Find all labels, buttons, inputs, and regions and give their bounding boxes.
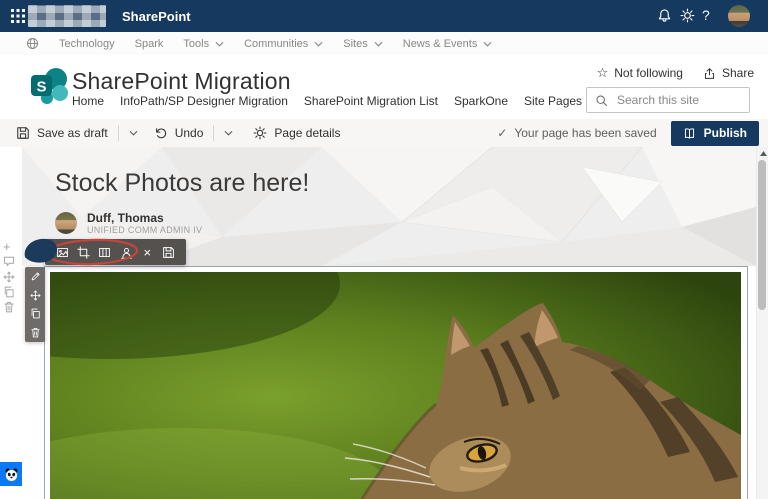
site-logo[interactable]: S	[30, 66, 70, 106]
page-details-button[interactable]: Page details	[253, 126, 340, 140]
publish-book-icon	[683, 127, 696, 140]
search-icon	[595, 94, 608, 107]
portal-nav-item-technology[interactable]: Technology	[59, 38, 115, 50]
app-launcher-waffle-icon[interactable]	[10, 8, 26, 24]
portal-nav-item-tools[interactable]: Tools	[183, 38, 224, 50]
suite-bar: SharePoint ?	[0, 0, 768, 32]
portal-nav-item-communities[interactable]: Communities	[244, 38, 323, 50]
chevron-down-icon	[215, 41, 224, 47]
add-section-button[interactable]: +	[3, 240, 11, 253]
divider	[213, 125, 214, 141]
stock-photo-cat[interactable]	[50, 272, 741, 499]
web-part-toolbar	[25, 267, 45, 342]
site-nav-migration-list[interactable]: SharePoint Migration List	[304, 94, 438, 108]
chevron-down-icon	[483, 41, 492, 47]
duplicate-web-part-icon[interactable]	[30, 308, 41, 319]
image-width-icon[interactable]	[94, 241, 115, 263]
help-icon[interactable]: ?	[702, 7, 710, 23]
sharepoint-page-editor: SharePoint ? Technology Spark Tools Comm…	[0, 0, 768, 499]
chevron-down-icon	[374, 41, 383, 47]
save-image-icon[interactable]	[158, 241, 179, 263]
comment-icon	[3, 255, 15, 267]
image-toolbar: ×	[45, 239, 186, 265]
crop-icon[interactable]	[73, 241, 94, 263]
undo-button[interactable]: Undo	[154, 126, 204, 140]
portal-nav-item-spark[interactable]: Spark	[135, 38, 164, 50]
plus-icon: +	[3, 239, 11, 254]
author-byline[interactable]: Duff, Thomas UNIFIED COMM ADMIN IV	[55, 211, 202, 235]
divider	[118, 125, 119, 141]
portal-nav-item-news-events[interactable]: News & Events	[403, 38, 493, 50]
focal-point-icon[interactable]	[116, 241, 137, 263]
duplicate-section-button[interactable]	[3, 286, 15, 298]
panda-icon	[4, 467, 19, 482]
portal-nav-item-sites[interactable]: Sites	[343, 38, 382, 50]
globe-icon	[26, 37, 39, 50]
chevron-down-icon	[314, 41, 323, 47]
command-bar: Save as draft Undo Page details ✓	[0, 119, 768, 147]
site-header: S SharePoint Migration Home InfoPath/SP …	[0, 55, 768, 119]
undo-icon	[154, 126, 168, 140]
scrollbar-thumb[interactable]	[758, 160, 766, 310]
page-title[interactable]: Stock Photos are here!	[55, 169, 309, 198]
author-avatar	[55, 212, 77, 234]
copy-icon	[3, 286, 15, 298]
site-nav: Home InfoPath/SP Designer Migration Shar…	[72, 94, 647, 108]
follow-button[interactable]: ☆ Not following	[597, 65, 683, 81]
scroll-up-arrow[interactable]	[760, 151, 767, 156]
author-name: Duff, Thomas	[87, 211, 202, 225]
edit-pencil-icon[interactable]	[30, 271, 41, 282]
undo-options-chevron[interactable]	[224, 130, 233, 136]
site-title[interactable]: SharePoint Migration	[72, 68, 291, 95]
settings-gear-icon[interactable]	[680, 8, 695, 23]
save-icon	[16, 126, 30, 140]
site-actions: ☆ Not following Share	[597, 65, 754, 81]
site-nav-home[interactable]: Home	[72, 94, 104, 108]
author-role: UNIFIED COMM ADMIN IV	[87, 225, 202, 235]
trash-icon	[3, 301, 15, 313]
star-icon: ☆	[597, 65, 609, 81]
account-avatar[interactable]	[728, 5, 750, 27]
save-options-chevron[interactable]	[129, 130, 138, 136]
site-nav-infopath-migration[interactable]: InfoPath/SP Designer Migration	[120, 94, 288, 108]
share-icon	[703, 67, 716, 80]
site-search	[586, 87, 750, 113]
panda-extension-button[interactable]	[0, 462, 22, 486]
site-nav-sparkone[interactable]: SparkOne	[454, 94, 508, 108]
publish-button[interactable]: Publish	[671, 121, 759, 146]
delete-web-part-icon[interactable]	[30, 327, 41, 338]
svg-text:S: S	[36, 79, 46, 96]
site-nav-site-pages[interactable]: Site Pages	[524, 94, 582, 108]
image-web-part[interactable]	[44, 266, 748, 499]
move-icon	[3, 271, 15, 283]
suite-app-name: SharePoint	[122, 9, 191, 24]
share-button[interactable]: Share	[703, 66, 754, 80]
check-icon: ✓	[497, 126, 507, 140]
portal-nav: Technology Spark Tools Communities Sites…	[0, 32, 768, 56]
comments-button[interactable]	[3, 255, 15, 267]
redacted-logo	[28, 5, 106, 27]
search-input[interactable]	[615, 92, 739, 108]
close-icon[interactable]: ×	[137, 241, 158, 263]
move-web-part-icon[interactable]	[30, 290, 41, 301]
page-canvas: Stock Photos are here! Duff, Thomas UNIF…	[0, 147, 768, 499]
change-image-icon[interactable]	[52, 241, 73, 263]
page-details-gear-icon	[253, 126, 267, 140]
save-as-draft-button[interactable]: Save as draft	[16, 126, 108, 140]
move-section-button[interactable]	[3, 271, 15, 283]
delete-section-button[interactable]	[3, 301, 15, 313]
save-status: ✓ Your page has been saved	[497, 126, 656, 140]
notifications-bell-icon[interactable]	[657, 8, 672, 23]
